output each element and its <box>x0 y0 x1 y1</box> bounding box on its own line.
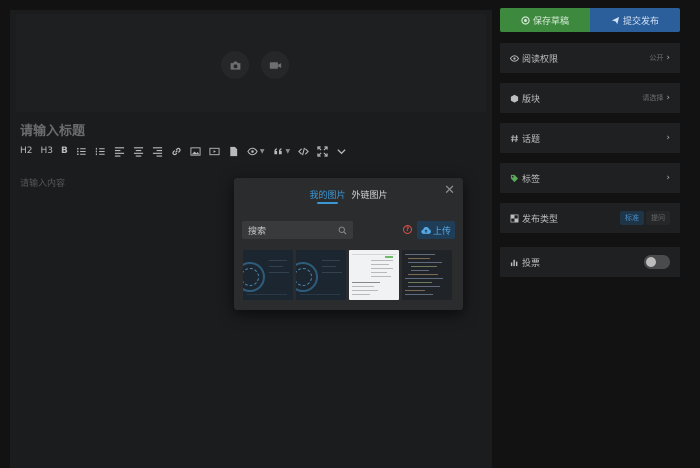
image-thumbnail[interactable] <box>349 250 399 300</box>
image-picker-modal: ✕ 我的图片 外链图片 搜索 ? 上传 <box>234 178 463 310</box>
search-placeholder: 搜索 <box>248 226 267 237</box>
image-search-input[interactable]: 搜索 <box>242 221 353 239</box>
image-thumbnail[interactable] <box>296 250 346 300</box>
help-icon[interactable]: ? <box>403 225 412 234</box>
image-grid <box>243 250 452 300</box>
image-source-tabs: 我的图片 外链图片 <box>234 188 463 204</box>
upload-button[interactable]: 上传 <box>417 221 455 239</box>
upload-label: 上传 <box>432 226 451 237</box>
cloud-upload-icon <box>421 226 431 234</box>
search-icon[interactable] <box>338 226 347 235</box>
tab-my-images[interactable]: 我的图片 <box>309 188 346 204</box>
image-thumbnail[interactable] <box>243 250 293 300</box>
image-thumbnail[interactable] <box>402 250 452 300</box>
tab-external-images[interactable]: 外链图片 <box>352 188 388 204</box>
